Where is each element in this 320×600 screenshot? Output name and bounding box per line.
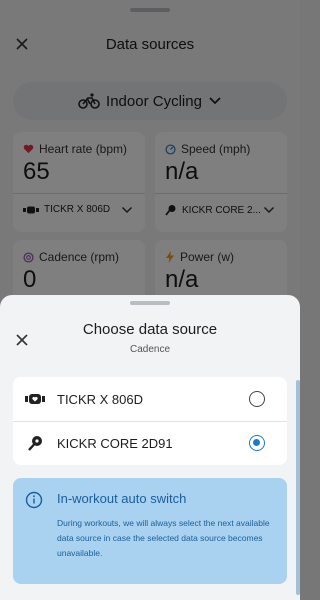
option-kickr[interactable]: KICKR CORE 2D91: [13, 421, 287, 465]
option-label: TICKR X 806D: [57, 392, 143, 407]
auto-switch-info: In-workout auto switch During workouts, …: [13, 478, 287, 584]
trainer-icon: [28, 436, 42, 451]
data-source-options: TICKR X 806D KICKR CORE 2D91: [13, 377, 287, 465]
radio-selected[interactable]: [249, 435, 265, 451]
sheet-grabber[interactable]: [130, 301, 170, 305]
sheet-subtitle: Cadence: [129, 344, 171, 355]
choose-data-source-sheet: Choose data source Cadence TICKR X 806D …: [0, 295, 300, 600]
scrollbar[interactable]: [296, 380, 300, 595]
radio-unselected[interactable]: [249, 391, 265, 407]
option-tickr[interactable]: TICKR X 806D: [13, 377, 287, 421]
info-title: In-workout auto switch: [57, 491, 187, 506]
info-icon: [25, 491, 43, 509]
option-label: KICKR CORE 2D91: [57, 436, 173, 451]
info-text: During workouts, we will always select t…: [57, 518, 270, 558]
sheet-title: Choose data source: [82, 321, 218, 338]
heart-strap-icon: [25, 394, 45, 404]
